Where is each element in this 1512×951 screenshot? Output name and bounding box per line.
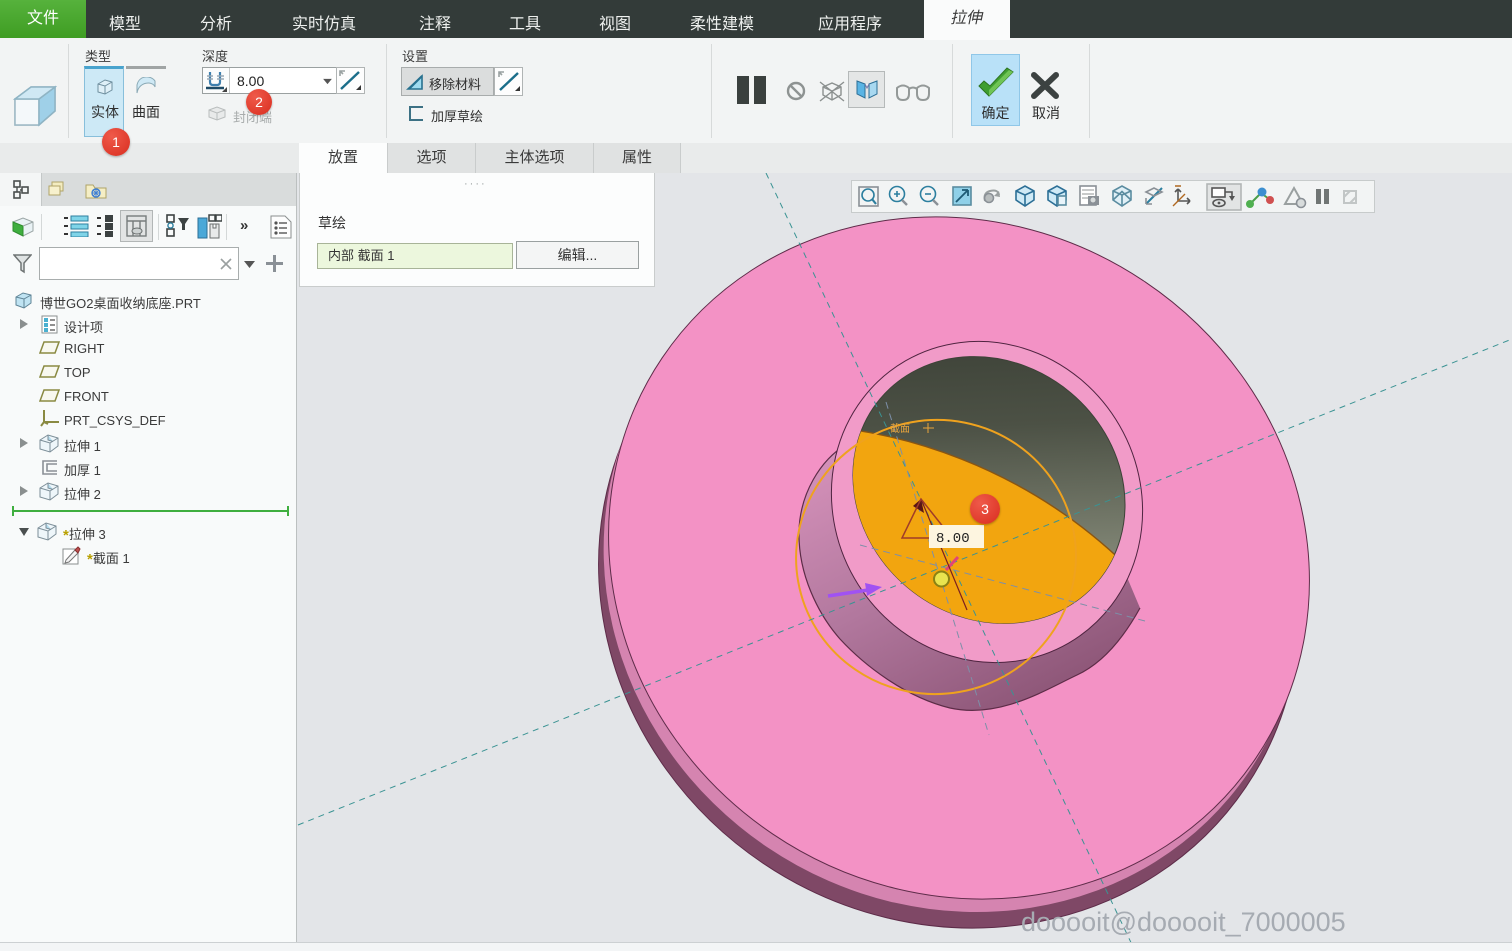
- svg-text:dooooit@dooooit_7000005: dooooit@dooooit_7000005: [1021, 907, 1346, 937]
- svg-text:截面: 截面: [890, 422, 910, 435]
- svg-text:8.00: 8.00: [936, 531, 970, 547]
